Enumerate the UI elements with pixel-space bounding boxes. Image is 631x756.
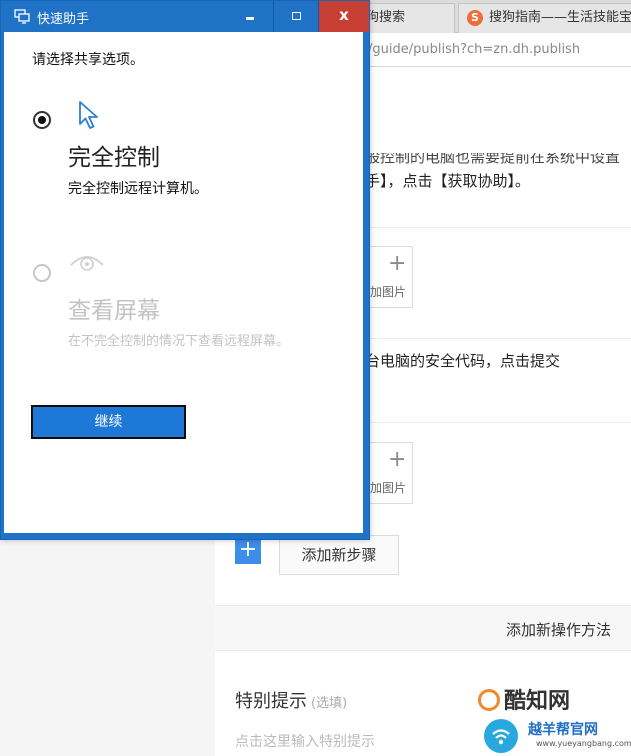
close-button[interactable]: x — [319, 1, 369, 32]
option-desc-full-control: 完全控制远程计算机。 — [68, 181, 208, 197]
url-text: /guide/publish?ch=zn.dh.publish — [368, 42, 581, 57]
add-image-button[interactable]: + 加图片 — [363, 246, 413, 308]
add-image-button[interactable]: + 加图片 — [363, 442, 413, 504]
watermark-brand: 酷知网 — [504, 689, 571, 714]
tab-sogou-search[interactable]: 狗搜索 — [355, 3, 455, 33]
add-step-button[interactable]: 添加新步骤 — [279, 535, 399, 575]
divider — [365, 227, 631, 228]
tips-title-text: 特别提示 — [235, 691, 307, 712]
step-line-2: 手】，点击【获取协助】。 — [365, 172, 531, 190]
watermark-site-name: 越羊帮官网 — [528, 722, 598, 738]
minimize-icon — [246, 17, 254, 20]
maximize-icon — [292, 12, 301, 20]
tips-title: 特别提示 (选填) — [235, 687, 347, 713]
eye-icon — [70, 256, 104, 271]
tab-sogou-guide[interactable]: S 搜狗指南——生活技能宝 — [458, 3, 631, 33]
watermark-site-url: www.yueyangbang.com — [536, 739, 631, 748]
wifi-icon — [484, 719, 518, 753]
add-step-plus-icon[interactable]: + — [235, 538, 261, 564]
minimize-button[interactable] — [228, 1, 273, 32]
watermark-logo: 酷知网 — [478, 683, 570, 715]
close-icon: x — [339, 6, 349, 24]
radio-view-screen[interactable] — [33, 264, 51, 282]
option-title-view-screen: 查看屏幕 — [68, 298, 160, 324]
window-title: 快速助手 — [37, 12, 90, 27]
quick-assist-body: 请选择共享选项。 完全控制 完全控制远程计算机。 查看屏幕 在不完全控制的情况下… — [1, 32, 369, 539]
add-image-label: 加图片 — [370, 481, 407, 495]
step-text: 台电脑的安全代码，点击提交 — [365, 352, 561, 370]
step-text: 般控制的电脑也需要提前在系统中设置 手】，点击【获取协助】。 — [365, 153, 631, 199]
radio-full-control[interactable] — [33, 111, 51, 129]
tips-optional: (选填) — [311, 696, 348, 711]
plus-icon: + — [388, 251, 407, 276]
quick-assist-window: 快速助手 x 请选择共享选项。 完全控制 完全控制远程计算机。 查看屏幕 在不完… — [0, 0, 370, 540]
window-frame — [363, 32, 369, 539]
tab-label: 狗搜索 — [366, 10, 406, 25]
sogou-s-icon: S — [467, 9, 483, 26]
quick-assist-app-icon — [14, 9, 30, 24]
tab-label: 搜狗指南——生活技能宝 — [489, 10, 631, 25]
cursor-icon — [79, 101, 98, 129]
maximize-button[interactable] — [273, 1, 319, 32]
option-desc-view-screen: 在不完全控制的情况下查看远程屏幕。 — [68, 334, 290, 349]
share-prompt: 请选择共享选项。 — [32, 52, 144, 68]
window-frame — [1, 533, 369, 539]
option-title-full-control[interactable]: 完全控制 — [68, 138, 160, 172]
title-bar[interactable]: 快速助手 x — [1, 1, 369, 32]
divider — [365, 338, 631, 339]
watermark-site: 越羊帮官网 www.yueyangbang.com — [484, 717, 631, 756]
window-frame — [1, 32, 4, 539]
add-method-bar[interactable]: 添加新操作方法 — [215, 605, 631, 651]
add-method-label: 添加新操作方法 — [505, 621, 611, 639]
continue-button[interactable]: 继续 — [31, 405, 186, 439]
kuzhi-logo-icon — [478, 689, 500, 711]
tips-input[interactable]: 点击这里输入特别提示 — [235, 731, 375, 751]
plus-icon: + — [388, 447, 407, 472]
divider — [365, 422, 631, 423]
add-image-label: 加图片 — [370, 285, 407, 299]
step-line-1: 般控制的电脑也需要提前在系统中设置 — [365, 153, 621, 166]
